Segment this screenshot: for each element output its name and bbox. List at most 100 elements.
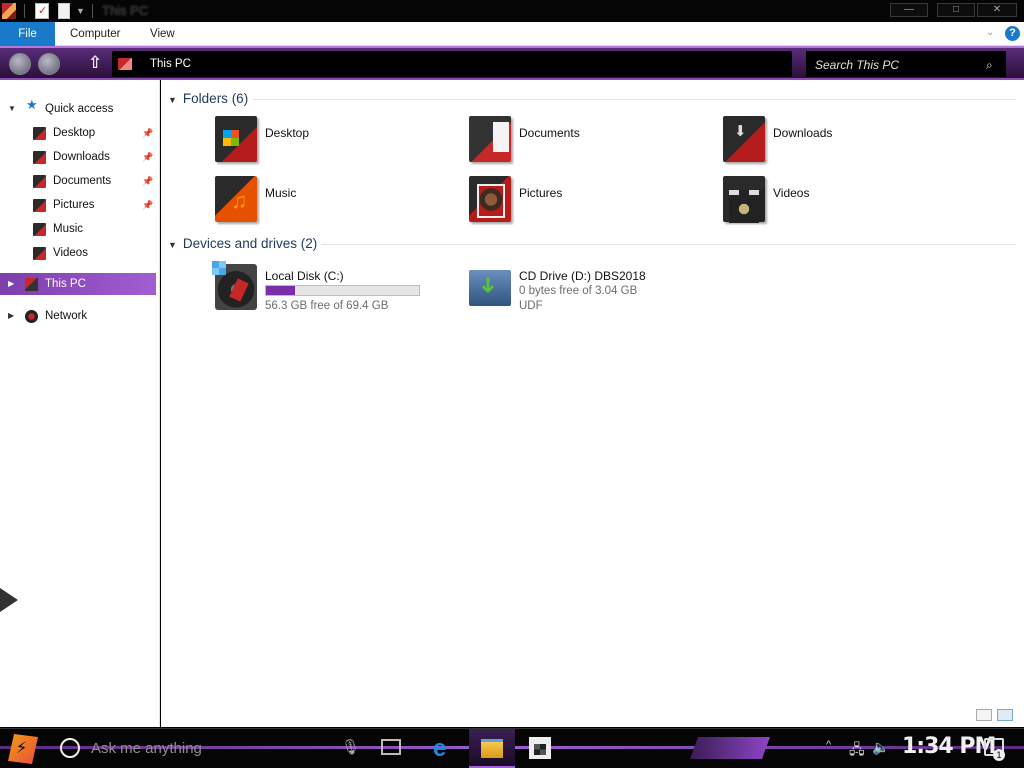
details-view-icon[interactable] <box>976 709 992 721</box>
videos-folder-icon <box>723 176 765 223</box>
search-icon[interactable]: ⌕ <box>986 58 993 73</box>
local-disk-icon <box>212 261 257 310</box>
cortana-icon[interactable] <box>60 738 80 758</box>
folder-tile-downloads[interactable]: Downloads <box>723 116 973 172</box>
folder-icon[interactable] <box>2 3 16 19</box>
sidebar-item-quick-access[interactable]: ▼ ★ Quick access <box>0 98 156 120</box>
divider <box>253 99 1016 100</box>
expanded-arrow-icon[interactable]: ▼ <box>168 240 177 250</box>
new-folder-icon[interactable] <box>58 3 70 19</box>
clock[interactable]: 1:34 PM <box>902 734 996 759</box>
close-button[interactable]: ✕ <box>977 3 1017 17</box>
help-icon[interactable]: ? <box>1005 26 1020 41</box>
minimize-button[interactable]: — <box>890 3 928 17</box>
task-view-icon[interactable] <box>381 739 401 755</box>
sidebar-item-music[interactable]: Music <box>0 218 156 240</box>
sidebar-item-desktop[interactable]: Desktop 📌 <box>0 122 156 144</box>
this-pc-icon <box>118 58 132 70</box>
collapsed-arrow-icon[interactable]: ▶ <box>8 305 14 327</box>
network-icon <box>25 310 38 323</box>
search-placeholder[interactable]: Search This PC <box>815 58 899 72</box>
sidebar-item-label: Documents <box>53 175 112 187</box>
drive-usage-bar <box>265 285 420 296</box>
folder-tile-desktop[interactable]: Desktop <box>215 116 465 172</box>
forward-button[interactable] <box>38 53 60 75</box>
pin-icon[interactable]: 📌 <box>142 170 153 192</box>
expanded-arrow-icon[interactable]: ▼ <box>168 95 177 105</box>
notification-badge: 1 <box>993 749 1005 761</box>
divider <box>92 4 93 18</box>
drive-tile-local-disk[interactable]: Local Disk (C:) 56.3 GB free of 69.4 GB <box>212 261 465 320</box>
edge-browser-icon[interactable]: e <box>433 735 446 763</box>
sidebar-item-network[interactable]: ▶ Network <box>0 305 156 327</box>
folders-group-header[interactable]: ▼ Folders (6) <box>168 91 248 106</box>
folder-icon <box>33 175 46 188</box>
maximize-button[interactable]: □ <box>937 3 975 17</box>
sidebar-item-label: This PC <box>45 278 86 290</box>
sidebar-item-downloads[interactable]: Downloads 📌 <box>0 146 156 168</box>
sidebar-item-label: Desktop <box>53 127 96 139</box>
star-icon: ★ <box>26 97 38 112</box>
folder-icon <box>33 247 46 260</box>
folder-icon <box>33 151 46 164</box>
store-icon[interactable] <box>529 737 551 759</box>
taskbar-search-input[interactable]: Ask me anything <box>91 740 202 757</box>
drives-group-header[interactable]: ▼ Devices and drives (2) <box>168 236 317 251</box>
drive-usage-fill <box>266 286 296 295</box>
sidebar-item-label: Quick access <box>45 103 114 115</box>
title-bar: ▼ This PC — □ ✕ <box>0 0 1024 22</box>
folder-tile-videos[interactable]: Videos <box>723 176 973 232</box>
volume-icon[interactable]: 🔈 <box>872 739 889 756</box>
folder-tile-documents[interactable]: Documents <box>469 116 719 172</box>
address-path[interactable]: This PC <box>150 58 191 70</box>
properties-icon[interactable] <box>35 3 49 19</box>
folder-icon <box>33 199 46 212</box>
documents-folder-icon <box>469 116 511 162</box>
tab-file[interactable]: File <box>0 22 55 46</box>
customize-quick-access-icon[interactable]: ▼ <box>76 6 85 16</box>
file-explorer-taskbar-button[interactable] <box>469 729 515 768</box>
collapsed-arrow-icon[interactable]: ▶ <box>8 273 14 295</box>
sidebar-item-label: Music <box>53 223 84 235</box>
network-status-icon[interactable]: 🖧 <box>849 739 865 763</box>
up-arrow-icon[interactable]: ⇧ <box>88 53 102 73</box>
divider <box>321 244 1016 245</box>
sidebar-item-documents[interactable]: Documents 📌 <box>0 170 156 192</box>
start-button[interactable] <box>8 734 38 764</box>
group-title: Devices and drives (2) <box>182 236 318 251</box>
tab-computer[interactable]: Computer <box>70 22 121 46</box>
back-button[interactable] <box>9 53 31 75</box>
folder-tile-pictures[interactable]: Pictures <box>469 176 719 232</box>
folder-icon <box>33 127 46 140</box>
downloads-folder-icon <box>723 116 765 162</box>
navigation-pane: ▼ ★ Quick access Desktop 📌 Downloads 📌 D… <box>0 80 160 727</box>
taskbar: Ask me anything 🎙 e ^ 🖧 🔈 1:34 PM 1 <box>0 728 1024 768</box>
pin-icon[interactable]: 📌 <box>142 122 153 144</box>
mouse-cursor-icon <box>0 588 18 612</box>
pin-icon[interactable]: 📌 <box>142 194 153 216</box>
tab-view[interactable]: View <box>150 22 175 46</box>
expanded-arrow-icon[interactable]: ▼ <box>8 98 16 120</box>
pin-icon[interactable]: 📌 <box>142 146 153 168</box>
folder-name: Videos <box>773 186 810 200</box>
folder-tile-music[interactable]: Music <box>215 176 465 232</box>
sidebar-item-videos[interactable]: Videos <box>0 242 156 264</box>
sidebar-item-pictures[interactable]: Pictures 📌 <box>0 194 156 216</box>
large-icons-view-icon[interactable] <box>997 709 1013 721</box>
drive-tile-cd[interactable]: CD Drive (D:) DBS2018 0 bytes free of 3.… <box>469 264 719 320</box>
drive-filesystem: UDF <box>519 300 543 312</box>
folder-name: Pictures <box>519 186 563 200</box>
group-title: Folders (6) <box>182 91 249 106</box>
address-bar[interactable] <box>112 51 792 77</box>
folder-name: Music <box>265 186 297 200</box>
sidebar-item-label: Videos <box>53 247 88 259</box>
drive-name: Local Disk (C:) <box>265 269 344 283</box>
folder-name: Downloads <box>773 126 833 140</box>
expand-ribbon-icon[interactable]: ⌄ <box>986 27 994 38</box>
sidebar-item-label: Network <box>45 310 88 322</box>
sidebar-item-this-pc[interactable]: ▶ This PC <box>0 273 156 295</box>
content-pane: ▼ Folders (6) Desktop Documents Downloads… <box>161 80 1024 727</box>
microphone-icon[interactable]: 🎙 <box>341 738 360 756</box>
show-hidden-icons-icon[interactable]: ^ <box>826 739 831 751</box>
desktop-folder-icon <box>215 116 257 162</box>
